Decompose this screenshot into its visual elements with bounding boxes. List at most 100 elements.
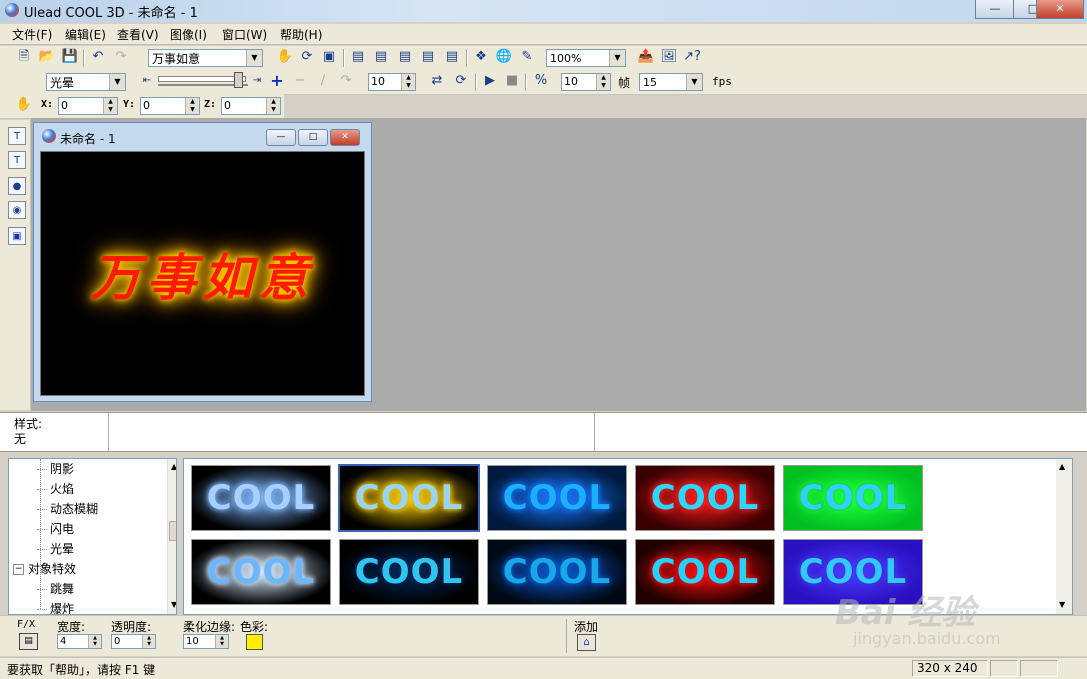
reverse-icon[interactable]: ↷ <box>337 72 355 90</box>
width-input[interactable]: 4 ▲ ▼ <box>57 634 102 649</box>
tree-scrollbar[interactable]: ▲ ▼ <box>167 459 176 614</box>
fps-combo[interactable]: 15 ▼ <box>639 73 703 91</box>
preset-thumbnail[interactable]: COOL <box>338 464 480 532</box>
play-icon[interactable]: ▶ <box>481 72 499 90</box>
hand-move-icon[interactable]: ✋ <box>276 48 294 66</box>
preset-thumbnail[interactable]: COOL <box>635 539 775 605</box>
tree-item[interactable]: 闪电 <box>37 519 74 539</box>
spin-arrows-icon[interactable]: ▲ ▼ <box>103 98 117 114</box>
insert-text-icon[interactable]: T <box>8 151 26 169</box>
frame-number-input[interactable]: 10 ▲ ▼ <box>368 73 416 91</box>
scroll-down-icon[interactable]: ▼ <box>1059 600 1065 609</box>
opacity-input[interactable]: 0 ▲ ▼ <box>111 634 156 649</box>
preview-canvas[interactable]: 万事如意 <box>40 151 365 396</box>
spin-arrows-icon[interactable]: ▲ ▼ <box>266 98 280 114</box>
fx-toggle-button[interactable]: ▤ <box>19 633 38 650</box>
menu-view[interactable]: 查看(V) <box>117 26 159 43</box>
spin-arrows-icon[interactable]: ▲ ▼ <box>185 98 199 114</box>
save-icon[interactable]: 💾 <box>61 48 79 66</box>
rotate-hand-icon[interactable]: ⟳ <box>298 48 316 66</box>
preset-thumbnail[interactable]: COOL <box>783 465 923 531</box>
y-input[interactable]: 0 ▲ ▼ <box>140 97 200 115</box>
color-swatch[interactable] <box>246 634 263 650</box>
layout-4-icon[interactable]: ▤ <box>419 48 437 66</box>
loop-icon[interactable]: ⇄ <box>428 72 446 90</box>
new-file-icon[interactable]: 🗎 <box>15 48 33 66</box>
frame-slider-thumb[interactable] <box>234 72 243 88</box>
gallery-scrollbar[interactable]: ▲ ▼ <box>1056 459 1072 614</box>
globe-icon[interactable]: 🌐 <box>495 48 513 66</box>
edit-box-icon[interactable]: ✎ <box>518 48 536 66</box>
hand-icon[interactable]: ✋ <box>15 96 33 114</box>
doc-close-button[interactable]: ✕ <box>330 129 360 146</box>
preset-thumbnail[interactable]: COOL <box>191 465 331 531</box>
effect-combo[interactable]: 光晕 ▼ <box>46 73 126 91</box>
open-folder-icon[interactable]: 📂 <box>38 48 56 66</box>
soft-edge-input[interactable]: 10 ▲ ▼ <box>183 634 229 649</box>
doc-maximize-button[interactable]: □ <box>298 129 328 146</box>
tree-item[interactable]: 阴影 <box>37 459 74 479</box>
refresh-icon[interactable]: ⟳ <box>452 72 470 90</box>
scroll-thumb[interactable] <box>169 521 176 541</box>
cube-icon[interactable]: ▣ <box>8 227 26 245</box>
export-image-icon[interactable]: 🖼 <box>660 48 678 66</box>
menu-edit[interactable]: 编辑(E) <box>65 26 106 43</box>
z-input[interactable]: 0 ▲ ▼ <box>221 97 281 115</box>
scroll-up-icon[interactable]: ▲ <box>171 462 176 471</box>
menu-image[interactable]: 图像(I) <box>170 26 207 43</box>
canvas-3d-text[interactable]: 万事如意 <box>91 238 315 310</box>
scroll-up-icon[interactable]: ▲ <box>1059 462 1065 471</box>
last-frame-icon[interactable]: ⇥ <box>248 72 266 90</box>
select-object-icon[interactable]: ◉ <box>8 201 26 219</box>
x-input[interactable]: 0 ▲ ▼ <box>58 97 118 115</box>
first-frame-icon[interactable]: ⇤ <box>138 72 156 90</box>
stop-icon[interactable]: ■ <box>503 72 521 90</box>
minimize-button[interactable]: — <box>975 0 1015 19</box>
redo-icon[interactable]: ↷ <box>112 48 130 66</box>
speed-icon[interactable]: % <box>532 72 550 90</box>
speed-input[interactable]: 10 ▲ ▼ <box>561 73 611 91</box>
menu-help[interactable]: 帮助(H) <box>280 26 322 43</box>
insert-geometry-icon[interactable]: T <box>8 127 26 145</box>
close-button[interactable]: ✕ <box>1036 0 1084 19</box>
frame-slider-track[interactable] <box>158 76 246 82</box>
tree-item[interactable]: 火焰 <box>37 479 74 499</box>
tree-collapse-icon[interactable]: − <box>13 564 24 575</box>
layout-5-icon[interactable]: ▤ <box>443 48 461 66</box>
spin-arrows-icon[interactable]: ▲ ▼ <box>88 635 101 648</box>
add-keyframe-icon[interactable]: + <box>268 72 286 90</box>
remove-keyframe-icon[interactable]: − <box>291 72 309 90</box>
layout-1-icon[interactable]: ▤ <box>349 48 367 66</box>
spin-arrows-icon[interactable]: ▲ ▼ <box>596 74 610 90</box>
doc-minimize-button[interactable]: — <box>266 129 296 146</box>
preset-thumbnail[interactable]: COOL <box>635 465 775 531</box>
text-combo[interactable]: 万事如意 ▼ <box>148 49 263 67</box>
spin-arrows-icon[interactable]: ▲ ▼ <box>142 635 155 648</box>
document-window[interactable]: 未命名 - 1 — □ ✕ 万事如意 <box>33 122 372 402</box>
menu-file[interactable]: 文件(F) <box>12 26 52 43</box>
tree-item[interactable]: − 对象特效 <box>13 559 76 579</box>
context-help-icon[interactable]: ↗? <box>683 48 701 66</box>
preset-thumbnail[interactable]: COOL <box>487 465 627 531</box>
scroll-down-icon[interactable]: ▼ <box>171 600 176 609</box>
tree-item[interactable]: 爆炸 <box>37 599 74 614</box>
paint-icon[interactable]: ❖ <box>472 48 490 66</box>
spin-arrows-icon[interactable]: ▲ ▼ <box>215 635 228 648</box>
layout-3-icon[interactable]: ▤ <box>396 48 414 66</box>
layout-2-icon[interactable]: ▤ <box>372 48 390 66</box>
insert-shape-icon[interactable]: ● <box>8 177 26 195</box>
undo-icon[interactable]: ↶ <box>89 48 107 66</box>
preset-thumbnail[interactable]: COOL <box>191 539 331 605</box>
web-export-icon[interactable]: 📤 <box>637 48 655 66</box>
tree-item[interactable]: 跳舞 <box>37 579 74 599</box>
tree-item[interactable]: 动态模糊 <box>37 499 98 519</box>
preset-thumbnail[interactable]: COOL <box>339 539 479 605</box>
tree-item[interactable]: 光晕 <box>37 539 74 559</box>
split-icon[interactable]: ∕ <box>314 72 332 90</box>
zoom-combo[interactable]: 100% ▼ <box>546 49 626 67</box>
spin-arrows-icon[interactable]: ▲ ▼ <box>401 74 415 90</box>
add-preset-icon[interactable]: ⌂ <box>577 634 596 651</box>
resize-icon[interactable]: ▣ <box>320 48 338 66</box>
menu-window[interactable]: 窗口(W) <box>222 26 267 43</box>
preset-thumbnail[interactable]: COOL <box>487 539 627 605</box>
